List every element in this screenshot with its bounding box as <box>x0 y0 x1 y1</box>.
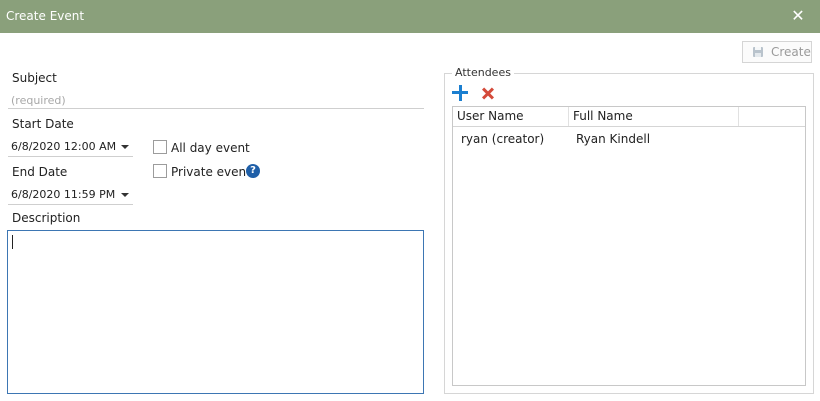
column-header-user-name[interactable]: User Name <box>453 107 569 126</box>
start-date-label: Start Date <box>12 117 74 131</box>
start-date-value: 6/8/2020 12:00 AM <box>11 140 117 153</box>
cell-full-name: Ryan Kindell <box>576 132 651 146</box>
text-cursor <box>12 235 13 249</box>
private-event-label[interactable]: Private event <box>171 165 251 179</box>
attendees-grid: User Name Full Name ryan (creator) Ryan … <box>452 106 806 386</box>
title-bar: Create Event ✕ <box>0 0 820 33</box>
table-row[interactable]: ryan (creator) Ryan Kindell <box>453 129 805 149</box>
create-button[interactable]: Create <box>742 41 812 63</box>
subject-input[interactable]: (required) <box>8 91 424 109</box>
add-attendee-icon[interactable] <box>452 85 468 101</box>
end-date-label: End Date <box>12 165 68 179</box>
column-header-full-name[interactable]: Full Name <box>569 107 739 126</box>
cell-user-name: ryan (creator) <box>461 132 545 146</box>
description-label: Description <box>12 211 81 225</box>
window-title: Create Event <box>6 9 85 23</box>
attendees-legend: Attendees <box>452 66 514 79</box>
chevron-down-icon[interactable] <box>121 145 129 149</box>
description-textarea[interactable] <box>7 230 424 394</box>
remove-attendee-icon[interactable] <box>480 85 496 101</box>
chevron-down-icon[interactable] <box>121 193 129 197</box>
private-event-checkbox[interactable] <box>153 164 167 178</box>
grid-header: User Name Full Name <box>453 107 805 127</box>
all-day-label[interactable]: All day event <box>171 141 250 155</box>
close-icon[interactable]: ✕ <box>790 7 806 25</box>
all-day-checkbox[interactable] <box>153 140 167 154</box>
end-date-picker[interactable]: 6/8/2020 11:59 PM <box>8 185 133 205</box>
subject-label: Subject <box>12 71 57 85</box>
save-icon <box>753 47 763 57</box>
start-date-picker[interactable]: 6/8/2020 12:00 AM <box>8 137 133 157</box>
create-button-label: Create <box>771 45 811 59</box>
help-icon[interactable]: ? <box>246 164 260 178</box>
end-date-value: 6/8/2020 11:59 PM <box>11 188 116 201</box>
